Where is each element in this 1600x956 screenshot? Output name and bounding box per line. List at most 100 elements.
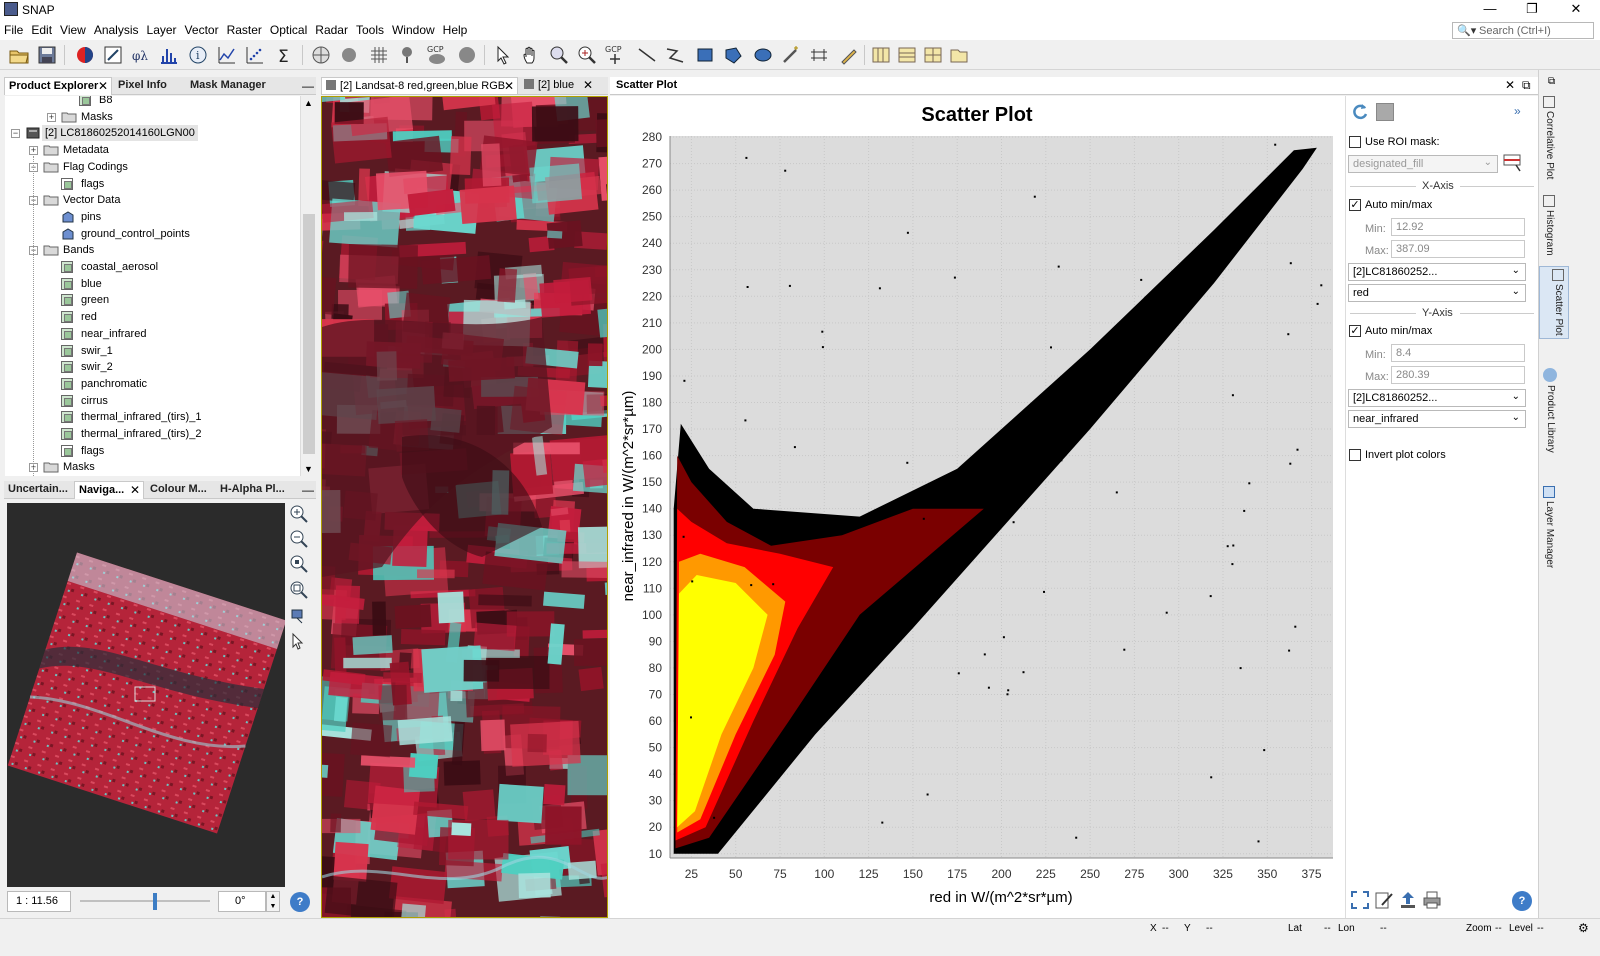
zoom-all-icon[interactable]	[1350, 890, 1370, 910]
tree-item[interactable]: cirrus	[5, 393, 300, 410]
pan-tool-icon[interactable]	[520, 44, 542, 66]
tab-scatter-plot[interactable]: Scatter Plot	[612, 77, 732, 95]
export-icon[interactable]	[1398, 890, 1418, 910]
rotation-input[interactable]: 0°	[218, 891, 266, 912]
tree-item[interactable]: swir_2	[5, 359, 300, 376]
mask-icon[interactable]	[1502, 153, 1524, 173]
menu-layer[interactable]: Layer	[143, 20, 181, 37]
toggle-view-icon[interactable]	[1376, 103, 1394, 121]
world-map-icon[interactable]	[310, 44, 332, 66]
tab-h-alpha-plot[interactable]: H-Alpha Pl...	[216, 481, 292, 499]
minimize-panel-icon[interactable]: —	[302, 79, 314, 93]
help-icon[interactable]: ?	[290, 892, 310, 912]
tree-item[interactable]: − Bands	[5, 242, 300, 259]
print-icon[interactable]	[1422, 890, 1442, 910]
scroll-up-icon[interactable]: ▲	[304, 98, 313, 108]
tree-item[interactable]: ground_control_points	[5, 226, 300, 243]
close-scatter-icon[interactable]: ✕	[1505, 78, 1515, 92]
tab-rgb-image[interactable]: [2] Landsat-8 red,green,blue RGB ✕	[321, 77, 518, 95]
sidebar-tab-product-library[interactable]: Product Library	[1543, 368, 1557, 453]
restore-button[interactable]: ❐	[1510, 0, 1554, 20]
menu-radar[interactable]: Radar	[311, 20, 352, 37]
scale-input[interactable]: 1 : 11.56	[7, 891, 71, 912]
magic-wand-icon[interactable]	[780, 44, 802, 66]
restore-window-icon[interactable]: ⧉	[1548, 76, 1555, 87]
rotation-spinner[interactable]: ▲ ▼	[266, 891, 280, 912]
close-window-button[interactable]: ✕	[1554, 0, 1598, 20]
save-product-icon[interactable]	[36, 44, 58, 66]
use-roi-mask-checkbox[interactable]	[1349, 136, 1361, 148]
tab-navigation[interactable]: Naviga... ✕	[74, 481, 144, 499]
menu-view[interactable]: View	[56, 20, 90, 37]
help-icon[interactable]: ?	[1512, 891, 1532, 911]
sync-views-icon[interactable]	[289, 606, 309, 626]
line-drawing-icon[interactable]	[636, 44, 658, 66]
range-finder-icon[interactable]	[808, 44, 830, 66]
tree-item[interactable]: − Flag Codings	[5, 159, 300, 176]
menu-help[interactable]: Help	[439, 20, 472, 37]
sidebar-tab-layer-manager[interactable]: Layer Manager	[1543, 486, 1555, 568]
profile-plot-icon[interactable]	[216, 44, 238, 66]
zoom-out-icon[interactable]	[289, 529, 309, 549]
tab-colour-manipulation[interactable]: Colour M...	[146, 481, 214, 499]
sidebar-tab-scatter-plot[interactable]: Scatter Plot	[1539, 266, 1569, 339]
menu-tools[interactable]: Tools	[352, 20, 388, 37]
scroll-down-icon[interactable]: ▼	[304, 464, 313, 474]
collapse-panel-icon[interactable]: »	[1514, 104, 1521, 118]
edit-properties-icon[interactable]	[1374, 890, 1394, 910]
gcp-manager-icon[interactable]: GCP	[426, 44, 448, 66]
tab-pixel-info[interactable]: Pixel Info	[114, 77, 184, 95]
expand-icon[interactable]: +	[29, 146, 38, 156]
tree-item[interactable]: coastal_aerosol	[5, 259, 300, 276]
x-product-select[interactable]: [2]LC81860252... ⌄	[1348, 263, 1526, 281]
tree-item[interactable]: swir_1	[5, 343, 300, 360]
menu-raster[interactable]: Raster	[223, 20, 266, 37]
statistics-icon[interactable]: Σ	[274, 44, 296, 67]
mask-tool-icon[interactable]	[456, 44, 478, 66]
tree-item[interactable]: thermal_infrared_(tirs)_2	[5, 426, 300, 443]
zoom-slider-thumb[interactable]	[153, 893, 158, 910]
notification-icon[interactable]: ⚙	[1578, 921, 1589, 935]
sync-cursor-icon[interactable]	[289, 632, 309, 652]
tree-scrollbar[interactable]: ▲ ▼	[300, 96, 316, 476]
scatter-plot-icon[interactable]	[244, 44, 266, 66]
open-product-icon[interactable]	[8, 44, 30, 66]
zoom-actual-pixel-icon[interactable]	[289, 554, 309, 574]
tree-item[interactable]: pins	[5, 209, 300, 226]
tree-item[interactable]: − [2] LC81860252014160LGN00	[5, 125, 300, 142]
tile-grid-icon[interactable]	[922, 44, 944, 66]
y-auto-minmax-checkbox[interactable]: ✓	[1349, 325, 1361, 337]
tab-blue-band[interactable]: [2] blue ✕	[520, 77, 596, 95]
tree-item[interactable]: Fflags	[5, 176, 300, 193]
tree-item[interactable]: B8	[5, 96, 300, 109]
information-icon[interactable]: i	[187, 44, 209, 66]
scrollbar-thumb[interactable]	[303, 214, 315, 454]
menu-vector[interactable]: Vector	[181, 20, 223, 37]
minimize-button[interactable]: —	[1468, 0, 1512, 20]
pin-manager-icon[interactable]	[396, 44, 418, 66]
roi-mask-select[interactable]: designated_fill ⌄	[1348, 155, 1498, 173]
close-tab-icon[interactable]: ✕	[130, 482, 140, 499]
zoom-all-icon[interactable]	[289, 580, 309, 600]
polygon-drawing-icon[interactable]	[722, 44, 744, 66]
sidebar-tab-correlative-plot[interactable]: Correlative Plot	[1543, 96, 1555, 179]
x-min-field[interactable]: 12.92	[1391, 218, 1525, 236]
menu-optical[interactable]: Optical	[266, 20, 311, 37]
close-tab-icon[interactable]: ✕	[98, 78, 108, 95]
tree-item[interactable]: thermal_infrared_(tirs)_1	[5, 409, 300, 426]
menu-edit[interactable]: Edit	[27, 20, 56, 37]
tab-mask-manager[interactable]: Mask Manager	[186, 77, 276, 95]
collapse-icon[interactable]: −	[11, 129, 20, 139]
tree-item[interactable]: Fflags	[5, 443, 300, 460]
tile-vertical-icon[interactable]	[870, 44, 892, 66]
select-tool-icon[interactable]	[492, 44, 514, 66]
tree-item[interactable]: near_infrared	[5, 326, 300, 343]
y-band-select[interactable]: near_infrared ⌄	[1348, 410, 1526, 428]
y-min-field[interactable]: 8.4	[1391, 344, 1525, 362]
band-maths-icon[interactable]	[102, 44, 124, 66]
zoom-in-icon[interactable]	[289, 504, 309, 524]
pencil-icon[interactable]	[838, 44, 860, 66]
menu-file[interactable]: File	[0, 20, 27, 37]
tab-uncertainty[interactable]: Uncertain...	[4, 481, 72, 499]
close-tab-icon[interactable]: ✕	[583, 77, 593, 94]
